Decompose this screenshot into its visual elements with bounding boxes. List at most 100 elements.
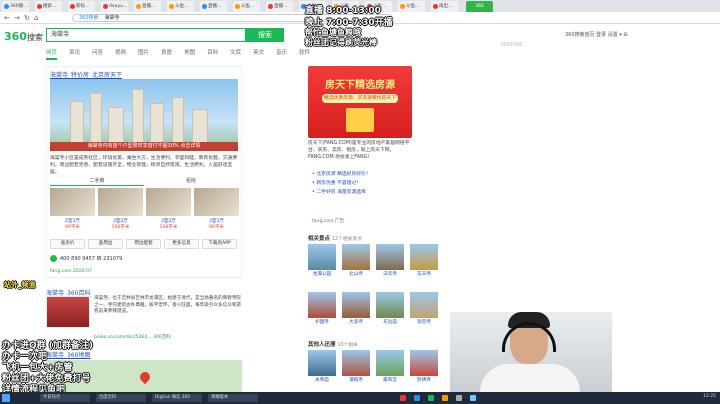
browser-tab[interactable]: 360搜… <box>2 1 29 12</box>
tab-favicon-icon <box>103 4 108 9</box>
room-listing[interactable]: 3室1厅 96平米 <box>194 188 239 230</box>
others-item[interactable]: 潭柘寺 <box>342 350 370 383</box>
nav-tab[interactable]: 英文 <box>253 50 264 56</box>
ad-banner[interactable]: 房天下精选房源 精选优质房源，买房就要找房天下 <box>308 66 412 138</box>
others-heading: 其他人还搜 10个相关 <box>308 340 358 348</box>
related-item[interactable]: 龙潭公园 <box>308 244 336 277</box>
room-listing[interactable]: 3室2厅 108平米 <box>146 188 191 230</box>
nav-tab[interactable]: 软件 <box>299 50 310 56</box>
nav-tab[interactable]: 问答 <box>92 50 103 56</box>
related-photo <box>410 292 438 318</box>
taskbar-item[interactable]: 今日热点 <box>40 394 90 402</box>
forward-icon[interactable]: → <box>14 14 20 22</box>
browser-tab[interactable]: 斗鱼… <box>167 1 194 12</box>
action-button[interactable]: 更多信息 <box>164 239 199 249</box>
search-button[interactable]: 搜索 <box>246 28 284 42</box>
map-title[interactable]: 海棠寺_360地图 <box>46 350 90 359</box>
home-icon[interactable]: ⌂ <box>34 14 38 22</box>
action-button[interactable]: 查房价 <box>50 239 85 249</box>
room-price: 108平米 <box>159 225 178 230</box>
action-button[interactable]: 查周边 <box>88 239 123 249</box>
related-name: 大悲寺 <box>349 320 363 325</box>
taskbar-app-icon[interactable] <box>470 395 476 401</box>
others-photo <box>410 350 438 376</box>
others-more[interactable]: 10个相关 <box>337 343 358 348</box>
taskbar-app-icon[interactable] <box>456 395 462 401</box>
related-item[interactable]: 玄天寺 <box>410 244 438 277</box>
tab-label: 直播… <box>208 4 222 9</box>
taskbar-item[interactable]: 荣耀版本 <box>208 394 258 402</box>
browser-tab[interactable]: 斗鱼… <box>233 1 260 12</box>
ad-link[interactable]: • 二手好房 海量房源选择 <box>312 188 366 195</box>
nav-tab[interactable]: 网页 <box>46 50 58 60</box>
nav-tab[interactable]: 资讯 <box>69 50 80 56</box>
ad-link[interactable]: • 新房优惠 不容错过！ <box>312 179 361 186</box>
related-item[interactable]: 大悲寺 <box>342 292 370 325</box>
nav-tab[interactable]: 良医 <box>161 50 172 56</box>
browser-tab[interactable]: 直播… <box>134 1 161 12</box>
action-button[interactable]: 下载房APP <box>202 239 237 249</box>
ad-description: 房天下(FANG.COM)是专业的房地产家居网络平台，买房、卖房、租房，就上房天… <box>308 141 410 160</box>
start-button[interactable] <box>2 394 10 402</box>
browser-tab[interactable]: 斗鱼… <box>398 1 425 12</box>
taskbar-app-icon[interactable] <box>428 395 434 401</box>
listing-tabs: 二手房 租房 <box>50 177 240 186</box>
nav-tab[interactable]: 音乐 <box>276 50 287 56</box>
room-photo <box>98 188 143 216</box>
browser-tab[interactable]: 再出… <box>431 1 458 12</box>
result-source[interactable]: fang.com 2020.07 <box>50 269 92 274</box>
result-title[interactable]: 海棠寺_特价房_北京房天下 <box>50 70 122 79</box>
tab-favicon-icon <box>70 4 75 9</box>
refresh-icon[interactable]: ↻ <box>24 14 30 22</box>
browser-tab[interactable]: 直播… <box>266 1 293 12</box>
tab-favicon-icon <box>169 4 174 9</box>
others-item[interactable]: 关帝庙 <box>308 350 336 383</box>
nav-tab[interactable]: 文库 <box>230 50 241 56</box>
ad-source[interactable]: fang.com 广告 <box>312 218 344 224</box>
back-icon[interactable]: ← <box>4 14 10 22</box>
browser-tab-active[interactable]: 360 <box>466 1 493 12</box>
taskbar-item[interactable]: 百度百科 <box>96 394 146 402</box>
nav-tab[interactable]: 地图 <box>184 50 195 56</box>
room-listing[interactable]: 3室2厅 106平米 <box>98 188 143 230</box>
room-listing[interactable]: 2室1厅 89平米 <box>50 188 95 230</box>
related-item[interactable]: 东岳庙 <box>376 292 404 325</box>
nav-tab[interactable]: 图片 <box>138 50 149 56</box>
browser-tab[interactable]: 新标… <box>68 1 95 12</box>
taskbar-item[interactable]: Digtion 微信 360 <box>152 394 202 402</box>
tab-favicon-icon <box>37 4 42 9</box>
ad-link[interactable]: • 北京房源 精选好房好价！ <box>312 170 371 177</box>
related-name: 北山寺 <box>349 272 363 277</box>
nav-tab[interactable]: 视频 <box>115 50 126 56</box>
related-photo <box>376 292 404 318</box>
banner-image[interactable]: 海棠寺内有首个户型限时享首付不超30% 点击详情 <box>50 79 238 151</box>
room-price: 89平米 <box>64 225 81 230</box>
temple-image[interactable] <box>46 296 90 328</box>
browser-tab[interactable]: 直播… <box>200 1 227 12</box>
room-photo <box>194 188 239 216</box>
taskbar-app-icon[interactable] <box>400 395 406 401</box>
streamer-shirt <box>480 364 580 392</box>
baike-source[interactable]: baike.so.com/doc/5364... 360百科 <box>94 334 171 340</box>
logo[interactable]: 360搜索 <box>4 30 43 43</box>
browser-tab[interactable]: douyu… <box>101 1 128 12</box>
related-item[interactable]: 护国寺 <box>308 292 336 325</box>
search-input[interactable]: 海棠寺 <box>46 28 246 42</box>
taskbar-app-icon[interactable] <box>414 395 420 401</box>
related-more[interactable]: 12个相关景点 <box>332 237 362 242</box>
action-button[interactable]: 周边配套 <box>126 239 161 249</box>
nav-tab[interactable]: 百科 <box>207 50 218 56</box>
tab-label: 360搜… <box>10 4 28 9</box>
others-item[interactable]: 雍和宫 <box>376 350 404 383</box>
tab-rent[interactable]: 租房 <box>144 177 238 185</box>
tab-secondhand[interactable]: 二手房 <box>50 177 144 186</box>
related-name: 东岳庙 <box>383 320 397 325</box>
related-item[interactable]: 北山寺 <box>342 244 370 277</box>
related-item[interactable]: 观音寺 <box>410 292 438 325</box>
others-item[interactable]: 卧佛寺 <box>410 350 438 383</box>
taskbar-app-icon[interactable] <box>442 395 448 401</box>
browser-tab[interactable]: 搜索… <box>35 1 62 12</box>
related-item[interactable]: 法华寺 <box>376 244 404 277</box>
top-right-links[interactable]: 360搜索首页 登录 设置 ▾ ⊞ <box>565 31 628 38</box>
related-name: 龙潭公园 <box>312 272 332 277</box>
